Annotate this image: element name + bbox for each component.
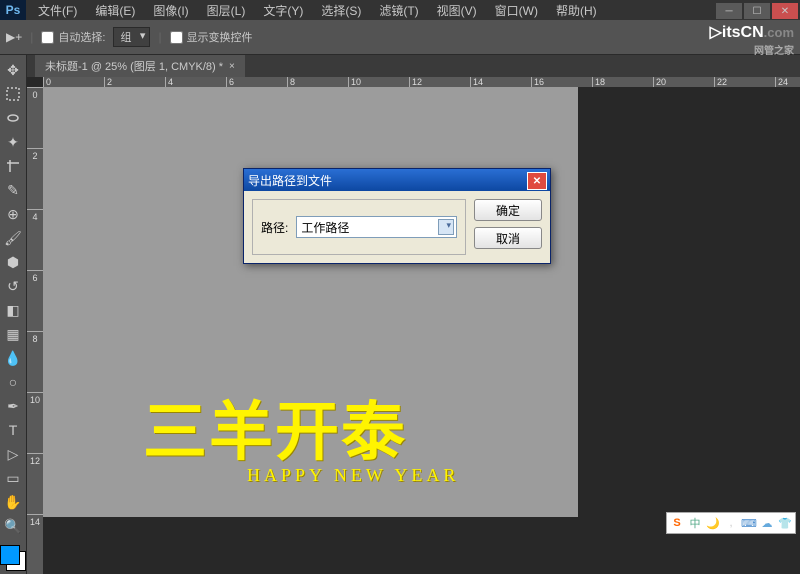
color-swatches[interactable]: [0, 545, 26, 571]
dialog-titlebar[interactable]: 导出路径到文件 ✕: [244, 169, 550, 191]
history-brush-tool[interactable]: ↺: [0, 275, 26, 297]
show-transform-checkbox[interactable]: 显示变换控件: [170, 29, 253, 45]
brush-tool[interactable]: 🖌: [0, 227, 26, 249]
menu-file[interactable]: 文件(F): [30, 0, 85, 21]
artwork-text: 三羊开泰: [143, 381, 407, 473]
shape-tool[interactable]: ▭: [0, 467, 26, 489]
cancel-button[interactable]: 取消: [474, 227, 542, 249]
menu-view[interactable]: 视图(V): [429, 0, 485, 21]
menu-image[interactable]: 图像(I): [145, 0, 196, 21]
path-label: 路径:: [261, 219, 288, 236]
lasso-tool[interactable]: [0, 107, 26, 129]
wand-tool[interactable]: ✦: [0, 131, 26, 153]
ruler-vertical: 02468101214: [27, 87, 43, 574]
dialog-close-button[interactable]: ✕: [527, 172, 547, 190]
minimize-button[interactable]: ─: [716, 3, 742, 19]
auto-select-checkbox[interactable]: 自动选择:: [41, 29, 105, 45]
tab-close-icon[interactable]: ×: [229, 61, 235, 72]
eraser-tool[interactable]: ◧: [0, 299, 26, 321]
gradient-tool[interactable]: ▦: [0, 323, 26, 345]
menu-filter[interactable]: 滤镜(T): [371, 0, 426, 21]
options-bar: ▶+ | 自动选择: 组 | 显示变换控件 ▷itsCN.com 网管之家: [0, 20, 800, 55]
auto-select-target[interactable]: 组: [113, 27, 150, 47]
move-tool[interactable]: ✥: [0, 59, 26, 81]
document-tab[interactable]: 未标题-1 @ 25% (图层 1, CMYK/8) *×: [35, 55, 245, 77]
zoom-tool[interactable]: 🔍: [0, 515, 26, 537]
ok-button[interactable]: 确定: [474, 199, 542, 221]
menu-select[interactable]: 选择(S): [313, 0, 369, 21]
type-tool[interactable]: T: [0, 419, 26, 441]
menu-edit[interactable]: 编辑(E): [87, 0, 143, 21]
export-paths-dialog: 导出路径到文件 ✕ 路径: 工作路径 确定 取消: [243, 168, 551, 264]
artwork-subtext: HAPPY NEW YEAR: [247, 465, 459, 486]
eyedropper-tool[interactable]: ✎: [0, 179, 26, 201]
dodge-tool[interactable]: ○: [0, 371, 26, 393]
crop-tool[interactable]: [0, 155, 26, 177]
ruler-horizontal: 024681012141618202224: [43, 77, 800, 87]
path-select[interactable]: 工作路径: [296, 216, 457, 238]
app-logo: Ps: [0, 0, 26, 20]
path-select-tool[interactable]: ▷: [0, 443, 26, 465]
toolbar: ✥ ✦ ✎ ⊕ 🖌 ⬢ ↺ ◧ ▦ 💧 ○ ✒ T ▷ ▭ ✋ 🔍: [0, 55, 27, 574]
pen-tool[interactable]: ✒: [0, 395, 26, 417]
ime-toolbar[interactable]: S 中 🌙 , ⌨ ☁ 👕: [666, 512, 796, 534]
menu-window[interactable]: 窗口(W): [487, 0, 546, 21]
menu-help[interactable]: 帮助(H): [548, 0, 605, 21]
maximize-button[interactable]: ☐: [744, 3, 770, 19]
close-button[interactable]: ✕: [772, 3, 798, 19]
move-tool-icon: ▶+: [6, 30, 22, 44]
hand-tool[interactable]: ✋: [0, 491, 26, 513]
blur-tool[interactable]: 💧: [0, 347, 26, 369]
healing-tool[interactable]: ⊕: [0, 203, 26, 225]
canvas-viewport[interactable]: 三羊开泰 HAPPY NEW YEAR: [43, 87, 800, 574]
menu-type[interactable]: 文字(Y): [255, 0, 311, 21]
watermark: ▷itsCN.com 网管之家: [710, 22, 794, 57]
menu-layer[interactable]: 图层(L): [199, 0, 254, 21]
stamp-tool[interactable]: ⬢: [0, 251, 26, 273]
marquee-tool[interactable]: [0, 83, 26, 105]
canvas: 三羊开泰 HAPPY NEW YEAR: [43, 87, 578, 517]
menubar: 文件(F) 编辑(E) 图像(I) 图层(L) 文字(Y) 选择(S) 滤镜(T…: [26, 0, 605, 21]
